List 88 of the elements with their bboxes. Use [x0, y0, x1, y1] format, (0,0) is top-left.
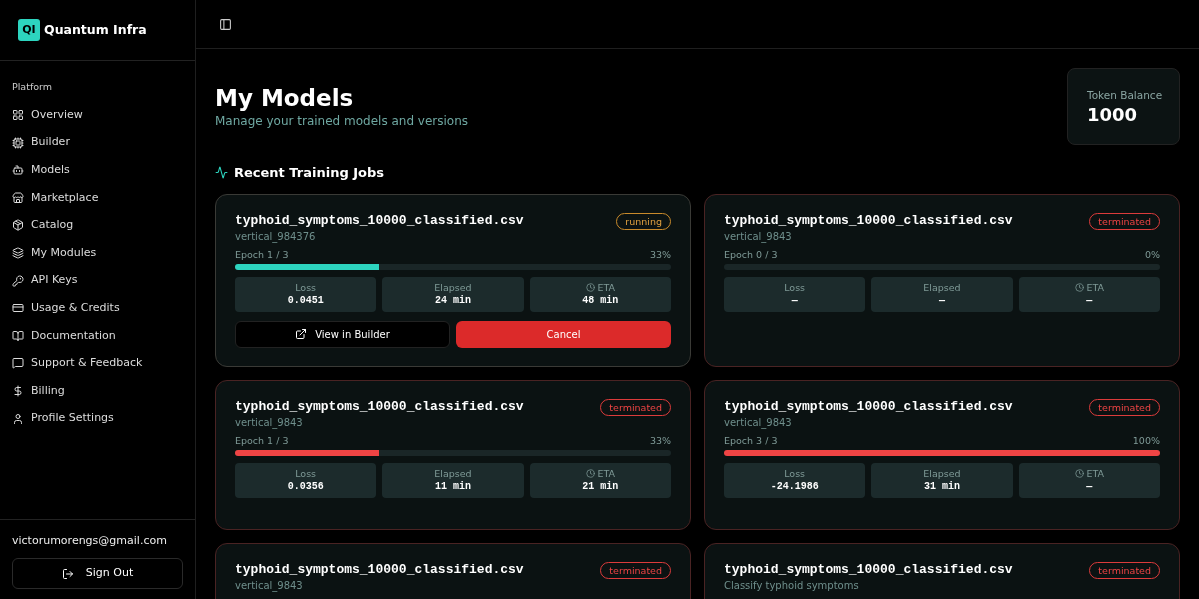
stat-label: ETA — [1086, 467, 1105, 480]
nav-item[interactable]: Models — [0, 156, 195, 185]
job-title: typhoid_symptoms_10000_classified.csv — [724, 561, 1013, 578]
store-icon — [12, 191, 24, 204]
view-in-builder-button[interactable]: View in Builder — [235, 320, 450, 348]
progress-percent: 33% — [649, 247, 671, 261]
epoch-label: Epoch 3 / 3 — [724, 433, 778, 447]
box-icon — [12, 219, 24, 232]
stat-label: ETA — [597, 281, 616, 294]
page-title: My Models — [215, 84, 355, 112]
dollar-icon — [12, 385, 24, 397]
stat-label: Loss — [295, 281, 317, 294]
progress-percent: 33% — [649, 433, 671, 447]
section-label: Platform — [12, 80, 54, 94]
stat-value: 21 min — [582, 479, 619, 493]
chip-icon — [12, 136, 24, 149]
cancel-button[interactable]: Cancel — [456, 320, 671, 348]
nav-item[interactable]: API Keys — [0, 266, 195, 295]
stat-label: Loss — [295, 467, 317, 480]
clock-icon — [585, 283, 595, 292]
nav-item[interactable]: Builder — [0, 128, 195, 157]
job-subtitle: vertical_9843 — [235, 415, 304, 429]
stat-value: — — [939, 293, 945, 307]
nav-item[interactable]: My Modules — [0, 239, 195, 267]
stat-label: ETA — [1086, 281, 1105, 294]
brand-name: Quantum Infra — [44, 20, 147, 39]
epoch-label: Epoch 0 / 3 — [724, 247, 778, 261]
nav-item[interactable]: Overview — [0, 101, 195, 129]
message-icon — [12, 357, 24, 370]
nav-item[interactable]: Usage & Credits — [0, 294, 195, 322]
epoch-label: Epoch 1 / 3 — [235, 433, 289, 447]
stat-label: Elapsed — [434, 281, 472, 294]
stat-value: 0.0451 — [287, 293, 324, 307]
stat-label: Elapsed — [923, 281, 961, 294]
logo-icon: QI — [18, 19, 40, 41]
clock-icon — [1074, 283, 1084, 292]
token-balance-value: 1000 — [1087, 103, 1139, 126]
clock-icon — [1074, 469, 1084, 478]
job-title: typhoid_symptoms_10000_classified.csv — [235, 398, 524, 415]
card-icon — [12, 302, 24, 315]
stat-label: Loss — [784, 281, 806, 294]
job-title: typhoid_symptoms_10000_classified.csv — [235, 212, 524, 229]
page-subtitle: Manage your trained models and versions — [215, 113, 469, 130]
sign-out-button[interactable]: Sign Out — [12, 558, 183, 589]
activity-icon — [215, 166, 228, 180]
user-icon — [12, 412, 24, 425]
job-subtitle: vertical_984376 — [235, 229, 317, 243]
nav-item[interactable]: Support & Feedback — [0, 349, 195, 378]
nav-item[interactable]: Profile Settings — [0, 404, 195, 433]
sign-out-icon — [61, 567, 74, 580]
progress-percent: 100% — [1132, 433, 1160, 447]
stat-value: — — [1086, 293, 1093, 307]
progress-percent: 0% — [1144, 247, 1160, 261]
job-subtitle: vertical_9843 — [724, 229, 793, 243]
layers-icon — [12, 247, 24, 259]
stat-label: Elapsed — [923, 467, 961, 480]
job-title: typhoid_symptoms_10000_classified.csv — [724, 398, 1013, 415]
job-subtitle: Classify typhoid symptoms — [724, 578, 860, 592]
nav-item[interactable]: Billing — [0, 377, 195, 405]
book-icon — [12, 329, 24, 342]
stat-value: — — [1086, 479, 1093, 493]
robot-icon — [12, 164, 24, 177]
grid-icon — [12, 109, 24, 122]
job-title: typhoid_symptoms_10000_classified.csv — [724, 212, 1013, 229]
sidebar-toggle-icon[interactable] — [219, 17, 232, 31]
job-title: typhoid_symptoms_10000_classified.csv — [235, 561, 524, 578]
clock-icon — [585, 469, 595, 478]
section-title: Recent Training Jobs — [234, 164, 385, 182]
epoch-label: Epoch 1 / 3 — [235, 247, 289, 261]
job-subtitle: vertical_9843 — [235, 578, 304, 592]
key-icon — [12, 274, 24, 287]
nav-item[interactable]: Catalog — [0, 211, 195, 240]
external-link-icon — [295, 328, 308, 340]
stat-label: Elapsed — [434, 467, 472, 480]
stat-value: 48 min — [582, 293, 619, 307]
nav-item[interactable]: Marketplace — [0, 184, 195, 212]
stat-value: -24.1986 — [770, 479, 819, 493]
stat-label: ETA — [597, 467, 616, 480]
stat-value: 24 min — [435, 293, 471, 307]
stat-value: — — [791, 293, 798, 307]
stat-value: 11 min — [435, 479, 471, 493]
nav-item[interactable]: Documentation — [0, 322, 195, 350]
token-balance-label: Token Balance — [1087, 88, 1164, 103]
job-subtitle: vertical_9843 — [724, 415, 793, 429]
stat-value: 0.0356 — [287, 479, 324, 493]
user-email: victorumorengs@gmail.com — [12, 532, 168, 549]
stat-label: Loss — [784, 467, 806, 480]
stat-value: 31 min — [924, 479, 960, 493]
